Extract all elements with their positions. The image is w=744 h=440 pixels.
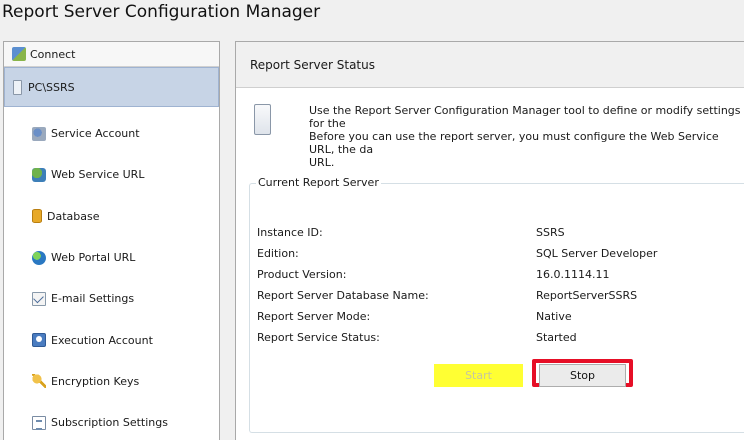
sidebar-item-encryption-keys[interactable]: Encryption Keys [4,361,219,402]
page-title: Report Server Status [236,42,744,88]
server-icon [13,79,22,95]
web-portal-globe-icon [32,250,46,265]
detail-row-server-mode: Report Server Mode: Native [257,310,737,331]
sidebar-item-label: Encryption Keys [51,374,140,388]
sidebar-item-label: E-mail Settings [51,292,135,306]
intro-text: Use the Report Server Configuration Mana… [309,104,741,169]
sidebar-item-web-service-url[interactable]: Web Service URL [4,154,219,195]
sidebar-item-execution-account[interactable]: Execution Account [4,319,219,360]
group-title: Current Report Server [256,176,381,189]
start-button[interactable]: Start [434,364,523,387]
main-panel: Report Server Status Use the Report Serv… [235,41,744,440]
detail-value: Native [536,310,572,323]
detail-row-edition: Edition: SQL Server Developer [257,247,737,268]
detail-value: 16.0.1114.11 [536,268,610,281]
web-service-url-icon [32,167,46,182]
detail-key: Report Server Database Name: [257,289,429,302]
subscription-settings-icon [32,415,46,430]
sidebar-item-service-account[interactable]: Service Account [4,113,219,154]
detail-key: Report Service Status: [257,331,380,344]
server-label: PC\SSRS [28,80,75,94]
detail-row-service-status: Report Service Status: Started [257,331,737,352]
window-title: Report Server Configuration Manager [2,2,321,22]
detail-row-database-name: Report Server Database Name: ReportServe… [257,289,737,310]
detail-key: Report Server Mode: [257,310,371,323]
email-settings-icon [32,291,46,306]
detail-row-instance-id: Instance ID: SSRS [257,226,737,247]
sidebar-item-label: Database [47,209,100,223]
sidebar-item-web-portal-url[interactable]: Web Portal URL [4,237,219,278]
intro-section: Use the Report Server Configuration Mana… [254,104,744,169]
detail-value: ReportServerSSRS [536,289,638,302]
sidebar-item-label: Service Account [51,127,140,141]
connect-button[interactable]: Connect [4,42,219,67]
connect-icon [12,47,26,61]
detail-row-product-version: Product Version: 16.0.1114.11 [257,268,737,289]
sidebar-item-label: Subscription Settings [51,416,168,430]
database-icon [32,209,42,224]
detail-key: Instance ID: [257,226,323,239]
sidebar-item-label: Web Portal URL [51,251,136,265]
encryption-keys-icon [32,374,46,389]
sidebar-item-label: Execution Account [51,333,153,347]
execution-account-icon [32,333,46,348]
report-server-icon [254,104,271,135]
sidebar-item-label: Web Service URL [51,168,145,182]
stop-button[interactable]: Stop [539,364,626,387]
detail-key: Edition: [257,247,299,260]
detail-key: Product Version: [257,268,347,281]
connect-label: Connect [30,47,76,61]
sidebar-item-subscription-settings[interactable]: Subscription Settings [4,402,219,440]
service-account-icon [32,126,46,141]
sidebar-item-server[interactable]: PC\SSRS [4,67,219,107]
sidebar-item-email-settings[interactable]: E-mail Settings [4,278,219,319]
detail-value: Started [536,331,577,344]
sidebar-item-database[interactable]: Database [4,196,219,237]
detail-value: SSRS [536,226,565,239]
detail-value: SQL Server Developer [536,247,658,260]
sidebar: Connect PC\SSRS Service Account Web Serv… [3,41,220,440]
